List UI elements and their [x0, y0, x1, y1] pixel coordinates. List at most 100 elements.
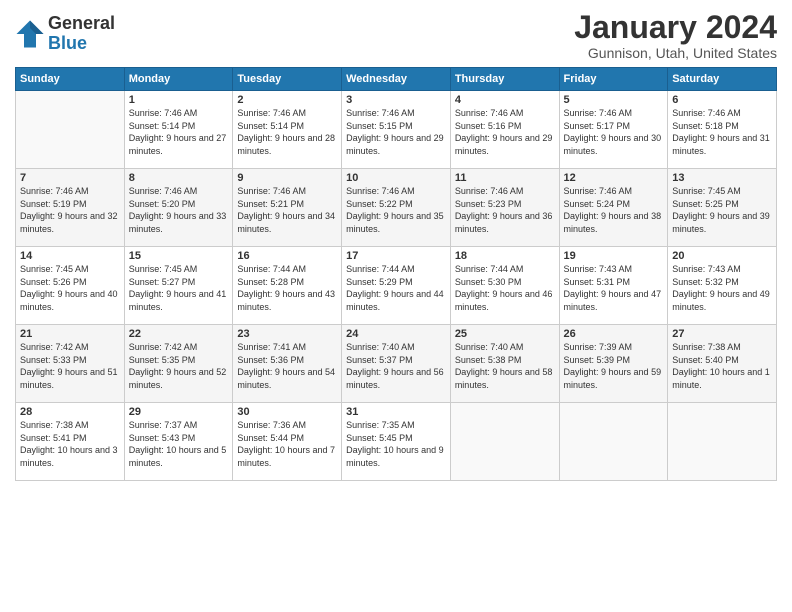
calendar-cell: 18Sunrise: 7:44 AMSunset: 5:30 PMDayligh… [450, 247, 559, 325]
day-info: Sunrise: 7:42 AMSunset: 5:33 PMDaylight:… [20, 341, 120, 391]
day-number: 1 [129, 94, 229, 106]
logo-text: General Blue [48, 14, 115, 54]
day-info: Sunrise: 7:44 AMSunset: 5:30 PMDaylight:… [455, 263, 555, 313]
day-info: Sunrise: 7:41 AMSunset: 5:36 PMDaylight:… [237, 341, 337, 391]
calendar-cell: 9Sunrise: 7:46 AMSunset: 5:21 PMDaylight… [233, 169, 342, 247]
day-number: 27 [672, 328, 772, 340]
calendar-body: 1Sunrise: 7:46 AMSunset: 5:14 PMDaylight… [16, 91, 777, 481]
day-number: 9 [237, 172, 337, 184]
calendar-cell: 29Sunrise: 7:37 AMSunset: 5:43 PMDayligh… [124, 403, 233, 481]
day-info: Sunrise: 7:42 AMSunset: 5:35 PMDaylight:… [129, 341, 229, 391]
calendar-cell: 10Sunrise: 7:46 AMSunset: 5:22 PMDayligh… [342, 169, 451, 247]
calendar-cell: 27Sunrise: 7:38 AMSunset: 5:40 PMDayligh… [668, 325, 777, 403]
calendar-cell: 23Sunrise: 7:41 AMSunset: 5:36 PMDayligh… [233, 325, 342, 403]
calendar-cell: 25Sunrise: 7:40 AMSunset: 5:38 PMDayligh… [450, 325, 559, 403]
calendar-cell: 6Sunrise: 7:46 AMSunset: 5:18 PMDaylight… [668, 91, 777, 169]
calendar-week-row: 28Sunrise: 7:38 AMSunset: 5:41 PMDayligh… [16, 403, 777, 481]
day-number: 30 [237, 406, 337, 418]
weekday-header-thursday: Thursday [450, 68, 559, 91]
day-number: 29 [129, 406, 229, 418]
location-title: Gunnison, Utah, United States [574, 45, 777, 61]
calendar-cell [559, 403, 668, 481]
day-number: 24 [346, 328, 446, 340]
day-number: 26 [564, 328, 664, 340]
logo-line2: Blue [48, 34, 115, 54]
calendar-cell: 28Sunrise: 7:38 AMSunset: 5:41 PMDayligh… [16, 403, 125, 481]
day-number: 15 [129, 250, 229, 262]
weekday-header-monday: Monday [124, 68, 233, 91]
day-number: 16 [237, 250, 337, 262]
day-info: Sunrise: 7:44 AMSunset: 5:28 PMDaylight:… [237, 263, 337, 313]
day-info: Sunrise: 7:46 AMSunset: 5:23 PMDaylight:… [455, 185, 555, 235]
weekday-header-friday: Friday [559, 68, 668, 91]
day-number: 10 [346, 172, 446, 184]
day-info: Sunrise: 7:46 AMSunset: 5:17 PMDaylight:… [564, 107, 664, 157]
calendar-week-row: 7Sunrise: 7:46 AMSunset: 5:19 PMDaylight… [16, 169, 777, 247]
day-number: 13 [672, 172, 772, 184]
day-number: 19 [564, 250, 664, 262]
calendar-cell: 8Sunrise: 7:46 AMSunset: 5:20 PMDaylight… [124, 169, 233, 247]
day-info: Sunrise: 7:40 AMSunset: 5:37 PMDaylight:… [346, 341, 446, 391]
day-info: Sunrise: 7:36 AMSunset: 5:44 PMDaylight:… [237, 419, 337, 469]
day-info: Sunrise: 7:40 AMSunset: 5:38 PMDaylight:… [455, 341, 555, 391]
day-number: 23 [237, 328, 337, 340]
weekday-header-wednesday: Wednesday [342, 68, 451, 91]
day-info: Sunrise: 7:45 AMSunset: 5:26 PMDaylight:… [20, 263, 120, 313]
day-info: Sunrise: 7:46 AMSunset: 5:22 PMDaylight:… [346, 185, 446, 235]
calendar-cell [668, 403, 777, 481]
logo: General Blue [15, 14, 115, 54]
day-number: 31 [346, 406, 446, 418]
calendar-cell: 19Sunrise: 7:43 AMSunset: 5:31 PMDayligh… [559, 247, 668, 325]
logo-icon [15, 19, 45, 49]
main-container: General Blue January 2024 Gunnison, Utah… [0, 0, 792, 491]
day-number: 20 [672, 250, 772, 262]
day-info: Sunrise: 7:45 AMSunset: 5:27 PMDaylight:… [129, 263, 229, 313]
header: General Blue January 2024 Gunnison, Utah… [15, 10, 777, 61]
calendar-cell: 1Sunrise: 7:46 AMSunset: 5:14 PMDaylight… [124, 91, 233, 169]
day-info: Sunrise: 7:46 AMSunset: 5:19 PMDaylight:… [20, 185, 120, 235]
calendar-week-row: 14Sunrise: 7:45 AMSunset: 5:26 PMDayligh… [16, 247, 777, 325]
weekday-header-tuesday: Tuesday [233, 68, 342, 91]
month-title: January 2024 [574, 10, 777, 45]
day-number: 7 [20, 172, 120, 184]
calendar-cell [450, 403, 559, 481]
day-info: Sunrise: 7:46 AMSunset: 5:16 PMDaylight:… [455, 107, 555, 157]
calendar-cell: 20Sunrise: 7:43 AMSunset: 5:32 PMDayligh… [668, 247, 777, 325]
day-info: Sunrise: 7:46 AMSunset: 5:24 PMDaylight:… [564, 185, 664, 235]
calendar-cell: 5Sunrise: 7:46 AMSunset: 5:17 PMDaylight… [559, 91, 668, 169]
day-number: 17 [346, 250, 446, 262]
day-number: 21 [20, 328, 120, 340]
day-info: Sunrise: 7:46 AMSunset: 5:14 PMDaylight:… [237, 107, 337, 157]
calendar-cell: 24Sunrise: 7:40 AMSunset: 5:37 PMDayligh… [342, 325, 451, 403]
calendar-cell: 22Sunrise: 7:42 AMSunset: 5:35 PMDayligh… [124, 325, 233, 403]
day-info: Sunrise: 7:46 AMSunset: 5:14 PMDaylight:… [129, 107, 229, 157]
day-number: 14 [20, 250, 120, 262]
day-number: 11 [455, 172, 555, 184]
day-number: 18 [455, 250, 555, 262]
day-info: Sunrise: 7:45 AMSunset: 5:25 PMDaylight:… [672, 185, 772, 235]
day-number: 2 [237, 94, 337, 106]
day-info: Sunrise: 7:44 AMSunset: 5:29 PMDaylight:… [346, 263, 446, 313]
day-number: 12 [564, 172, 664, 184]
logo-line1: General [48, 14, 115, 34]
day-number: 22 [129, 328, 229, 340]
day-number: 3 [346, 94, 446, 106]
calendar-cell: 7Sunrise: 7:46 AMSunset: 5:19 PMDaylight… [16, 169, 125, 247]
day-number: 8 [129, 172, 229, 184]
day-info: Sunrise: 7:37 AMSunset: 5:43 PMDaylight:… [129, 419, 229, 469]
calendar-header: SundayMondayTuesdayWednesdayThursdayFrid… [16, 68, 777, 91]
day-info: Sunrise: 7:35 AMSunset: 5:45 PMDaylight:… [346, 419, 446, 469]
calendar-cell: 26Sunrise: 7:39 AMSunset: 5:39 PMDayligh… [559, 325, 668, 403]
day-number: 4 [455, 94, 555, 106]
calendar-cell: 13Sunrise: 7:45 AMSunset: 5:25 PMDayligh… [668, 169, 777, 247]
day-info: Sunrise: 7:43 AMSunset: 5:32 PMDaylight:… [672, 263, 772, 313]
day-info: Sunrise: 7:46 AMSunset: 5:15 PMDaylight:… [346, 107, 446, 157]
calendar-cell: 31Sunrise: 7:35 AMSunset: 5:45 PMDayligh… [342, 403, 451, 481]
calendar-cell: 17Sunrise: 7:44 AMSunset: 5:29 PMDayligh… [342, 247, 451, 325]
calendar-cell: 2Sunrise: 7:46 AMSunset: 5:14 PMDaylight… [233, 91, 342, 169]
calendar-cell: 14Sunrise: 7:45 AMSunset: 5:26 PMDayligh… [16, 247, 125, 325]
day-number: 25 [455, 328, 555, 340]
weekday-header-saturday: Saturday [668, 68, 777, 91]
day-info: Sunrise: 7:39 AMSunset: 5:39 PMDaylight:… [564, 341, 664, 391]
weekday-header-row: SundayMondayTuesdayWednesdayThursdayFrid… [16, 68, 777, 91]
